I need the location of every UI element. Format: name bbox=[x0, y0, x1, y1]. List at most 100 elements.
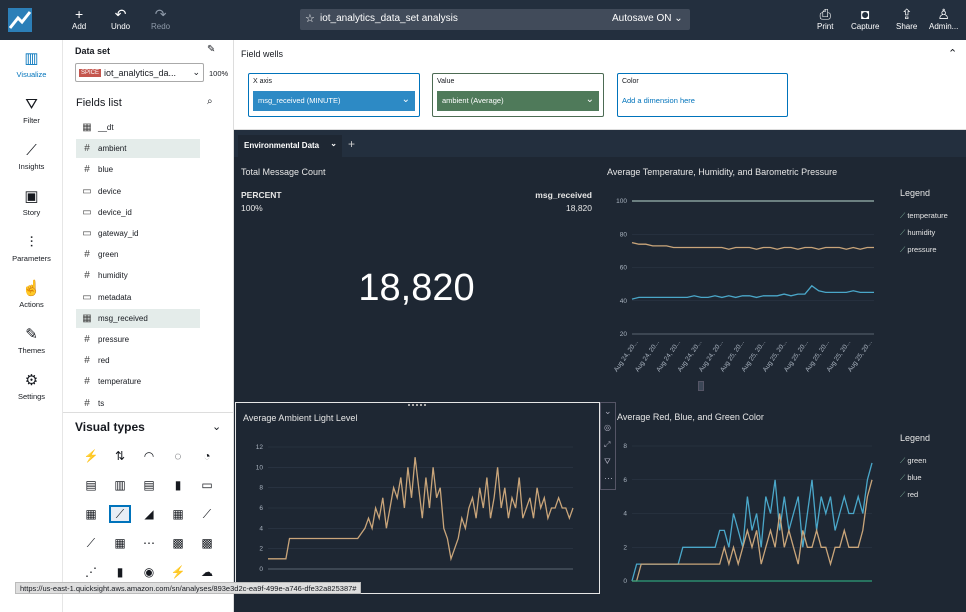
legend-item-humidity[interactable]: ⟋ humidity bbox=[900, 228, 935, 238]
visual-type-icon[interactable]: ▦ bbox=[109, 534, 131, 552]
visual-type-icon[interactable]: ⋯ bbox=[138, 534, 160, 552]
chevron-down-icon[interactable]: ⌄ bbox=[212, 420, 221, 433]
y-tick-label: 6 bbox=[259, 505, 263, 512]
field-name: gateway_id bbox=[98, 229, 139, 238]
tab-environmental-data[interactable]: Environmental Data ⌄ bbox=[238, 135, 342, 157]
rail-settings[interactable]: ⚙ Settings bbox=[0, 372, 63, 401]
autosave-toggle[interactable]: Autosave ON ⌄ bbox=[612, 13, 683, 24]
quicksight-logo[interactable] bbox=[0, 0, 40, 40]
scroll-handle[interactable] bbox=[698, 381, 704, 391]
rail-filter[interactable]: ⛛ Filter bbox=[0, 96, 63, 125]
x-axis-field-pill[interactable]: msg_received (MINUTE) ⌄ bbox=[253, 91, 415, 111]
visual-type-icon[interactable]: ▥ bbox=[109, 476, 131, 494]
visual-type-icon[interactable]: ▮ bbox=[109, 563, 131, 581]
add-button[interactable]: + Add bbox=[72, 6, 86, 31]
visual-type-icon[interactable]: ⚡ bbox=[167, 563, 189, 581]
legend-item-green[interactable]: ⟋ green bbox=[900, 456, 927, 466]
visual-type-icon[interactable]: ⟋ bbox=[109, 505, 131, 523]
visual-type-icon[interactable]: ▮ bbox=[167, 476, 189, 494]
field-red[interactable]: # red bbox=[76, 351, 200, 370]
fields-list-title: Fields list bbox=[76, 97, 122, 109]
visual-type-icon[interactable]: ⋰ bbox=[80, 563, 102, 581]
kpi-visual[interactable]: Total Message Count PERCENT 100% msg_rec… bbox=[234, 157, 599, 401]
rail-visualize[interactable]: ▥ Visualize bbox=[0, 50, 63, 79]
visual-type-icon[interactable]: ◔ bbox=[196, 447, 218, 465]
temperature-humidity-pressure-visual[interactable]: Average Temperature, Humidity, and Barom… bbox=[600, 157, 966, 401]
text-field-icon: ▭ bbox=[82, 185, 92, 197]
dataset-select[interactable]: SPICE iot_analytics_da... ⌄ bbox=[75, 63, 204, 82]
visual-type-icon[interactable]: ▭ bbox=[196, 476, 218, 494]
field-ts[interactable]: # ts bbox=[76, 394, 200, 413]
rail-insights[interactable]: ⟋ Insights bbox=[0, 142, 63, 171]
value-field-pill[interactable]: ambient (Average) ⌄ bbox=[437, 91, 599, 111]
visual-type-icon[interactable]: ▤ bbox=[80, 476, 102, 494]
add-sheet-button[interactable]: + bbox=[348, 137, 355, 151]
legend-item-pressure[interactable]: ⟋ pressure bbox=[900, 245, 937, 255]
field-blue[interactable]: # blue bbox=[76, 160, 200, 179]
analysis-title-bar[interactable]: ☆ iot_analytics_data_set analysis Autosa… bbox=[300, 9, 690, 30]
share-button[interactable]: ⇪ Share bbox=[896, 6, 917, 31]
number-icon: # bbox=[84, 334, 90, 345]
edit-dataset-icon[interactable]: ✎ bbox=[207, 44, 215, 55]
visual-type-icon[interactable]: ▩ bbox=[167, 534, 189, 552]
visual-type-icon[interactable]: ▦ bbox=[167, 505, 189, 523]
y-tick-label: 4 bbox=[623, 511, 627, 518]
search-icon[interactable]: ⌕ bbox=[207, 96, 213, 107]
visual-type-icon[interactable]: ◢ bbox=[138, 505, 160, 523]
field-msg-received[interactable]: ▦ msg_received bbox=[76, 308, 200, 328]
visual-type-icon[interactable]: ▩ bbox=[196, 534, 218, 552]
visual-type-icon[interactable]: ☁ bbox=[196, 563, 218, 581]
rail-story[interactable]: ▣ Story bbox=[0, 188, 63, 217]
print-button[interactable]: ⎙ Print bbox=[817, 6, 833, 31]
undo-button[interactable]: ↶ Undo bbox=[111, 6, 130, 31]
visual-type-icon[interactable]: ▤ bbox=[138, 476, 160, 494]
field-metadata[interactable]: ▭ metadata bbox=[76, 288, 200, 307]
visual-type-icon[interactable]: ⟋ bbox=[80, 534, 102, 552]
y-tick-label: 8 bbox=[623, 443, 627, 450]
text-field-icon: ▭ bbox=[82, 228, 92, 239]
field-green[interactable]: # green bbox=[76, 245, 200, 264]
capture-button[interactable]: ◘ Capture bbox=[851, 6, 879, 31]
field-pressure[interactable]: # pressure bbox=[76, 330, 200, 349]
insights-icon[interactable]: ◎ bbox=[604, 423, 611, 432]
rgb-color-visual[interactable]: Average Red, Blue, and Green Color 02468… bbox=[617, 402, 966, 594]
y-tick-label: 60 bbox=[620, 265, 628, 272]
visual-type-icon[interactable]: ⇅ bbox=[109, 447, 131, 465]
color-well[interactable]: Color Add a dimension here bbox=[617, 73, 788, 117]
field-ambient[interactable]: # ambient bbox=[76, 139, 200, 159]
legend-item-blue[interactable]: ⟋ blue bbox=[900, 473, 922, 483]
visual-type-icon[interactable]: ⟋ bbox=[196, 505, 218, 523]
field-gateway-id[interactable]: ▭ gateway_id bbox=[76, 224, 200, 243]
left-rail: ▥ Visualize ⛛ Filter ⟋ Insights ▣ Story ⫶ Par… bbox=[0, 40, 63, 612]
field-temperature[interactable]: # temperature bbox=[76, 372, 200, 391]
ambient-light-visual[interactable]: Average Ambient Light Level 0 2 4 6 8 10 12 bbox=[235, 402, 600, 594]
admin-menu[interactable]: ♙ Admin... bbox=[929, 6, 958, 31]
y-tick-label: 0 bbox=[623, 578, 627, 585]
number-icon: # bbox=[84, 270, 90, 282]
dataset-label: Data set bbox=[75, 46, 111, 56]
legend-item-red[interactable]: ⟋ red bbox=[900, 490, 918, 500]
add-dimension-placeholder[interactable]: Add a dimension here bbox=[622, 96, 695, 105]
filter-icon[interactable]: ⛛ bbox=[604, 457, 611, 467]
maximize-icon[interactable]: ⤢ bbox=[604, 440, 610, 450]
star-icon[interactable]: ☆ bbox=[305, 12, 315, 25]
visual-type-icon[interactable]: ⚡ bbox=[80, 447, 102, 465]
legend-item-temperature[interactable]: ⟋ temperature bbox=[900, 211, 948, 221]
analysis-title[interactable]: iot_analytics_data_set analysis bbox=[320, 13, 458, 24]
redo-button[interactable]: ↷ Redo bbox=[151, 6, 170, 31]
rail-parameters[interactable]: ⫶ Parameters bbox=[0, 234, 63, 263]
expand-icon[interactable]: ⌄ bbox=[604, 406, 612, 417]
field---dt[interactable]: ▦ __dt bbox=[76, 118, 200, 137]
gear-icon: ⚙ bbox=[24, 372, 39, 389]
visual-type-icon[interactable]: ◉ bbox=[138, 563, 160, 581]
visual-type-icon[interactable]: ▦ bbox=[80, 505, 102, 523]
rail-themes[interactable]: ✎ Themes bbox=[0, 326, 63, 355]
field-humidity[interactable]: # humidity bbox=[76, 266, 200, 285]
visual-type-icon[interactable]: ◌ bbox=[167, 447, 189, 465]
field-device-id[interactable]: ▭ device_id bbox=[76, 203, 200, 222]
visual-type-icon[interactable]: ◠ bbox=[138, 447, 160, 465]
rail-actions[interactable]: ☝ Actions bbox=[0, 280, 63, 309]
field-device[interactable]: ▭ device bbox=[76, 182, 200, 201]
collapse-icon[interactable]: ⌃ bbox=[948, 47, 957, 60]
more-icon[interactable]: ⋯ bbox=[604, 473, 613, 484]
